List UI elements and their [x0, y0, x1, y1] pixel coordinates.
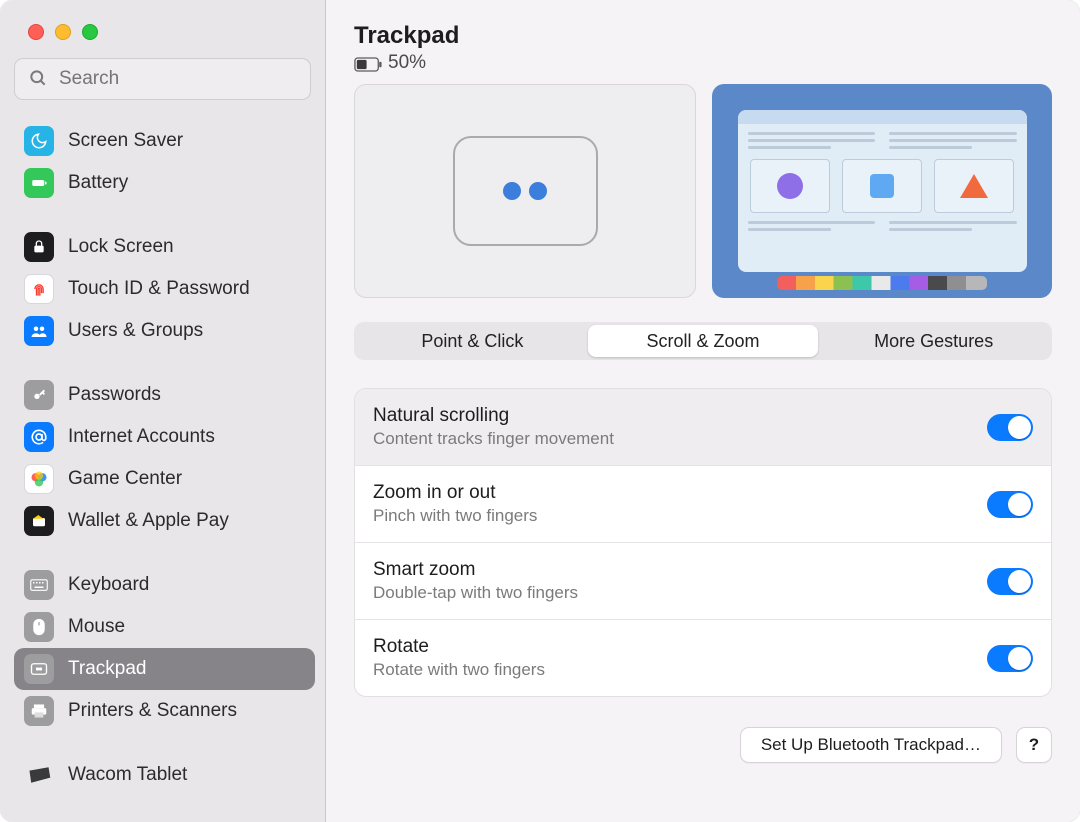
setting-title: Rotate: [373, 636, 987, 658]
minimize-window-button[interactable]: [55, 24, 71, 40]
preview-row: [354, 84, 1052, 298]
sidebar-section-accounts: Passwords Internet Accounts Game Center: [14, 374, 315, 542]
battery-icon: [24, 168, 54, 198]
setting-natural-scrolling: Natural scrolling Content tracks finger …: [355, 389, 1051, 466]
tab-more-gestures[interactable]: More Gestures: [818, 325, 1049, 357]
trackpad-battery-status: 50%: [354, 52, 1052, 74]
segmented-tabs: Point & Click Scroll & Zoom More Gesture…: [354, 322, 1052, 360]
toggle-natural-scrolling[interactable]: [987, 414, 1033, 441]
monitor-window-illustration: [738, 110, 1027, 273]
trackpad-icon: [24, 654, 54, 684]
system-settings-window: Screen Saver Battery Lock Screen: [0, 0, 1080, 822]
setting-subtitle: Double-tap with two fingers: [373, 583, 987, 603]
sidebar-item-users-groups[interactable]: Users & Groups: [14, 310, 315, 352]
sidebar-section-devices: Keyboard Mouse Trackpad: [14, 564, 315, 732]
wallet-icon: [24, 506, 54, 536]
trackpad-preview: [354, 84, 696, 298]
sidebar-item-label: Printers & Scanners: [68, 700, 237, 722]
sidebar-item-label: Lock Screen: [68, 236, 174, 258]
sidebar-item-label: Trackpad: [68, 658, 147, 680]
sidebar-item-printers[interactable]: Printers & Scanners: [14, 690, 315, 732]
scroll-zoom-settings: Natural scrolling Content tracks finger …: [354, 388, 1052, 697]
sidebar-item-label: Users & Groups: [68, 320, 203, 342]
toggle-zoom[interactable]: [987, 491, 1033, 518]
printers-icon: [24, 696, 54, 726]
content-area: Trackpad 50%: [326, 0, 1080, 822]
sidebar-item-keyboard[interactable]: Keyboard: [14, 564, 315, 606]
setting-title: Zoom in or out: [373, 482, 987, 504]
sidebar-item-wacom[interactable]: Wacom Tablet: [14, 754, 315, 796]
setting-title: Smart zoom: [373, 559, 987, 581]
sidebar-section-other: Wacom Tablet: [14, 754, 315, 796]
sidebar-item-label: Passwords: [68, 384, 161, 406]
page-title: Trackpad: [354, 22, 1052, 50]
search-input[interactable]: [14, 58, 311, 100]
sidebar-item-label: Internet Accounts: [68, 426, 215, 448]
tab-point-click[interactable]: Point & Click: [357, 325, 588, 357]
sidebar-item-label: Game Center: [68, 468, 182, 490]
mouse-icon: [24, 612, 54, 642]
sidebar-section-display: Screen Saver Battery: [14, 120, 315, 204]
sidebar-nav: Screen Saver Battery Lock Screen: [0, 110, 325, 822]
keyboard-icon: [24, 570, 54, 600]
wacom-tablet-icon: [24, 760, 54, 790]
sidebar-item-label: Screen Saver: [68, 130, 183, 152]
close-window-button[interactable]: [28, 24, 44, 40]
search-icon: [28, 68, 48, 88]
sidebar-item-label: Touch ID & Password: [68, 278, 250, 300]
sidebar-item-battery[interactable]: Battery: [14, 162, 315, 204]
finger-dot-icon: [529, 182, 547, 200]
gesture-result-preview: [712, 84, 1052, 298]
sidebar-item-label: Wacom Tablet: [68, 764, 187, 786]
sidebar-item-wallet[interactable]: Wallet & Apple Pay: [14, 500, 315, 542]
setup-bluetooth-trackpad-button[interactable]: Set Up Bluetooth Trackpad…: [740, 727, 1002, 763]
tab-scroll-zoom[interactable]: Scroll & Zoom: [588, 325, 819, 357]
trackpad-illustration: [453, 136, 598, 246]
footer-actions: Set Up Bluetooth Trackpad… ?: [354, 727, 1052, 763]
sidebar-section-security: Lock Screen Touch ID & Password Users & …: [14, 226, 315, 352]
internet-accounts-icon: [24, 422, 54, 452]
setting-rotate: Rotate Rotate with two fingers: [355, 620, 1051, 696]
battery-percent-label: 50%: [388, 52, 426, 74]
users-groups-icon: [24, 316, 54, 346]
setting-subtitle: Content tracks finger movement: [373, 429, 987, 449]
setting-subtitle: Pinch with two fingers: [373, 506, 987, 526]
sidebar-item-mouse[interactable]: Mouse: [14, 606, 315, 648]
setting-subtitle: Rotate with two fingers: [373, 660, 987, 680]
sidebar-item-label: Battery: [68, 172, 128, 194]
dock-illustration: [777, 276, 988, 290]
sidebar-item-game-center[interactable]: Game Center: [14, 458, 315, 500]
sidebar-item-internet-accounts[interactable]: Internet Accounts: [14, 416, 315, 458]
sidebar-item-touch-id[interactable]: Touch ID & Password: [14, 268, 315, 310]
game-center-icon: [24, 464, 54, 494]
sidebar-item-screen-saver[interactable]: Screen Saver: [14, 120, 315, 162]
traffic-lights: [0, 24, 325, 58]
battery-level-icon: [354, 57, 382, 72]
sidebar-item-passwords[interactable]: Passwords: [14, 374, 315, 416]
sidebar-item-lock-screen[interactable]: Lock Screen: [14, 226, 315, 268]
sidebar-item-trackpad[interactable]: Trackpad: [14, 648, 315, 690]
toggle-smart-zoom[interactable]: [987, 568, 1033, 595]
sidebar: Screen Saver Battery Lock Screen: [0, 0, 326, 822]
search-container: [14, 58, 311, 100]
setting-smart-zoom: Smart zoom Double-tap with two fingers: [355, 543, 1051, 620]
lock-screen-icon: [24, 232, 54, 262]
zoom-window-button[interactable]: [82, 24, 98, 40]
touch-id-icon: [24, 274, 54, 304]
finger-dot-icon: [503, 182, 521, 200]
setting-title: Natural scrolling: [373, 405, 987, 427]
passwords-icon: [24, 380, 54, 410]
toggle-rotate[interactable]: [987, 645, 1033, 672]
sidebar-item-label: Keyboard: [68, 574, 149, 596]
help-button[interactable]: ?: [1016, 727, 1052, 763]
setting-zoom-in-out: Zoom in or out Pinch with two fingers: [355, 466, 1051, 543]
screen-saver-icon: [24, 126, 54, 156]
sidebar-item-label: Mouse: [68, 616, 125, 638]
sidebar-item-label: Wallet & Apple Pay: [68, 510, 229, 532]
